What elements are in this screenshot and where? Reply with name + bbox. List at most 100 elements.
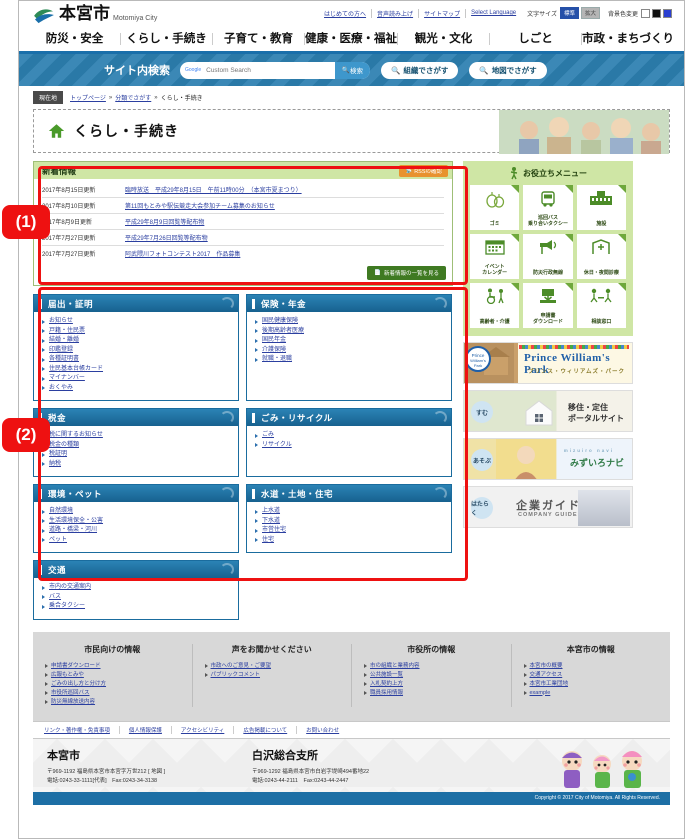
util-link-sitemap[interactable]: サイトマップ	[419, 8, 467, 18]
breadcrumb-link-category[interactable]: 分類でさがす	[115, 93, 151, 102]
breadcrumb-link-top[interactable]: トップページ	[70, 93, 106, 102]
category-link[interactable]: 住宅	[262, 536, 274, 546]
banner-prince-william-park[interactable]: Prince William's Park Prince William's P…	[463, 342, 633, 384]
nav-item-bousai[interactable]: 防災・安全	[29, 32, 121, 45]
category-link[interactable]: 下水道	[262, 517, 280, 527]
rss-button[interactable]: 📡 RSSの確認	[399, 164, 448, 177]
category-link[interactable]: 戸籍・住民票	[49, 327, 85, 337]
category-link[interactable]: バス	[49, 593, 61, 603]
bullet-arrow-icon	[255, 509, 258, 514]
news-link[interactable]: 第11回もとみや駅伝競走大会参加チーム募集のお知らせ	[125, 201, 275, 210]
news-link[interactable]: 平成29年8月9日回覧等配布物	[125, 217, 204, 226]
category-link[interactable]: 市内の交通案内	[49, 583, 91, 593]
category-link[interactable]: 税金の種類	[49, 441, 79, 451]
nav-item-shigoto[interactable]: しごと	[490, 32, 582, 45]
footer-link[interactable]: 申請書ダウンロード	[51, 662, 101, 671]
category-link[interactable]: 税に関するお知らせ	[49, 431, 103, 441]
useful-tile-download[interactable]: 申請書 ダウンロード	[523, 283, 573, 328]
text-size-standard-button[interactable]: 標準	[559, 7, 579, 19]
search-input[interactable]	[201, 66, 335, 74]
category-link[interactable]: 結婚・離婚	[49, 336, 79, 346]
banner-mizuiro-navi[interactable]: あそぶ mizuiro navi みずいろナビ	[463, 438, 633, 480]
bullet-arrow-icon	[42, 386, 45, 391]
footer-link[interactable]: 本宮市の概要	[530, 662, 563, 671]
footer-link[interactable]: 本宮市工業団地	[530, 680, 569, 689]
useful-tile-hospital[interactable]: 休日・夜間診療	[576, 234, 626, 279]
footer-link[interactable]: example	[530, 689, 551, 698]
policy-link-accessibility[interactable]: アクセシビリティ	[172, 725, 235, 734]
category-link[interactable]: 就職・退職	[262, 355, 292, 365]
category-link[interactable]: マイナンバー	[49, 374, 85, 384]
category-link[interactable]: 印鑑登録	[49, 346, 73, 356]
bg-color-black-button[interactable]	[652, 8, 661, 18]
footer-link[interactable]: 交通アクセス	[530, 671, 563, 680]
category-link[interactable]: 国民年金	[262, 336, 286, 346]
search-by-map-button[interactable]: 🔍 地図でさがす	[469, 61, 547, 79]
bg-color-blue-button[interactable]	[663, 8, 672, 18]
news-link[interactable]: 阿武隈川フォトコンテスト2017 作品募集	[125, 249, 240, 258]
useful-tile-radio[interactable]: 防災行政無線	[523, 234, 573, 279]
search-submit-button[interactable]: 🔍 検索	[334, 61, 370, 79]
nav-item-shisei[interactable]: 市政・まちづくり	[582, 33, 674, 45]
nav-item-kanko[interactable]: 観光・文化	[398, 32, 490, 45]
footer-link[interactable]: 職員採用情報	[370, 689, 403, 698]
policy-link-privacy[interactable]: 個人情報保護	[120, 725, 172, 734]
search-by-organization-button[interactable]: 🔍 組織でさがす	[381, 61, 459, 79]
useful-tile-elderly[interactable]: 高齢者・介護	[470, 283, 520, 328]
bullet-arrow-icon	[255, 319, 258, 324]
footer-link[interactable]: 市政へのご意見・ご要望	[211, 662, 272, 671]
util-link-language[interactable]: Select Language	[466, 10, 521, 16]
useful-tile-facility[interactable]: 施設	[576, 185, 626, 230]
footer-link[interactable]: 入札契約上方	[370, 680, 403, 689]
banner-iju-teiju[interactable]: すむ 移住・定住 ポータルサイト	[463, 390, 633, 432]
category-link[interactable]: ペット	[49, 536, 67, 546]
useful-tile-calendar[interactable]: イベント カレンダー	[470, 234, 520, 279]
category-link[interactable]: 自然環境	[49, 507, 73, 517]
text-size-large-button[interactable]: 拡大	[580, 7, 600, 19]
category-link[interactable]: リサイクル	[262, 441, 292, 451]
util-link-voice[interactable]: 音声読み上げ	[372, 8, 420, 18]
rss-label: RSSの確認	[414, 168, 442, 175]
footer-link[interactable]: ごみの出し方と分け方	[51, 680, 106, 689]
category-link[interactable]: 介護保険	[262, 346, 286, 356]
category-link[interactable]: 上水道	[262, 507, 280, 517]
list-item: リサイクル	[255, 441, 445, 451]
policy-link-advertising[interactable]: 広告掲載について	[234, 725, 298, 734]
nav-item-kenko[interactable]: 健康・医療・福祉	[305, 32, 398, 45]
footer-link[interactable]: パブリックコメント	[211, 671, 261, 680]
footer-link[interactable]: 防災無線放送内容	[51, 698, 95, 707]
category-link[interactable]: 市営住宅	[262, 526, 286, 536]
util-link-beginner[interactable]: はじめての方へ	[319, 8, 373, 18]
footer-link[interactable]: 市役所巡回バス	[51, 689, 90, 698]
search-box[interactable]: Google 🔍 検索	[180, 61, 370, 79]
footer-link[interactable]: 公共施設一覧	[370, 671, 403, 680]
news-view-all-button[interactable]: 📄 新着情報の一覧を見る	[367, 266, 446, 280]
banner-kigyo-guide[interactable]: はたらく 企業ガイド COMPANY GUIDE	[463, 486, 633, 528]
category-link[interactable]: おくやみ	[49, 384, 73, 394]
content-area: 新着情報 📡 RSSの確認 2017年8月15日更新 臨時放送 平成29年8月1…	[19, 153, 684, 620]
category-link[interactable]: お知らせ	[49, 317, 73, 327]
useful-tile-gomi[interactable]: ゴミ	[470, 185, 520, 230]
category-link[interactable]: 道路・橋梁・河川	[49, 526, 97, 536]
category-link[interactable]: 生活環境保全・公害	[49, 517, 103, 527]
footer-link[interactable]: 市の組織と業務内容	[370, 662, 420, 671]
policy-link-copyright[interactable]: リンク・著作権・免責事項	[35, 725, 120, 734]
news-link[interactable]: 平成29年7月26日回覧等配布物	[125, 233, 208, 242]
category-link[interactable]: 税証明	[49, 450, 67, 460]
category-link[interactable]: 納税	[49, 460, 61, 470]
category-link[interactable]: 乗合タクシー	[49, 602, 85, 612]
useful-tile-consultation[interactable]: 相談窓口	[576, 283, 626, 328]
useful-tile-bus[interactable]: 巡回バス 乗り合いタクシー	[523, 185, 573, 230]
footer-link[interactable]: 広報もとみや	[51, 671, 84, 680]
category-link[interactable]: 住民基本台帳カード	[49, 365, 103, 375]
category-link[interactable]: 国民健康保険	[262, 317, 298, 327]
bg-color-white-button[interactable]	[641, 8, 650, 18]
news-link[interactable]: 臨時放送 平成29年8月15日 午前11時00分 （本宮市夏まつり）	[125, 185, 302, 194]
nav-item-kurashi[interactable]: くらし・手続き	[121, 32, 213, 45]
category-link[interactable]: 後期高齢者医療	[262, 327, 304, 337]
category-link[interactable]: ごみ	[262, 431, 274, 441]
category-link[interactable]: 各種証明書	[49, 355, 79, 365]
nav-item-kosodate[interactable]: 子育て・教育	[213, 32, 305, 45]
policy-link-contact[interactable]: お問い合わせ	[297, 726, 348, 734]
banner-badge: あそぶ	[471, 449, 493, 471]
